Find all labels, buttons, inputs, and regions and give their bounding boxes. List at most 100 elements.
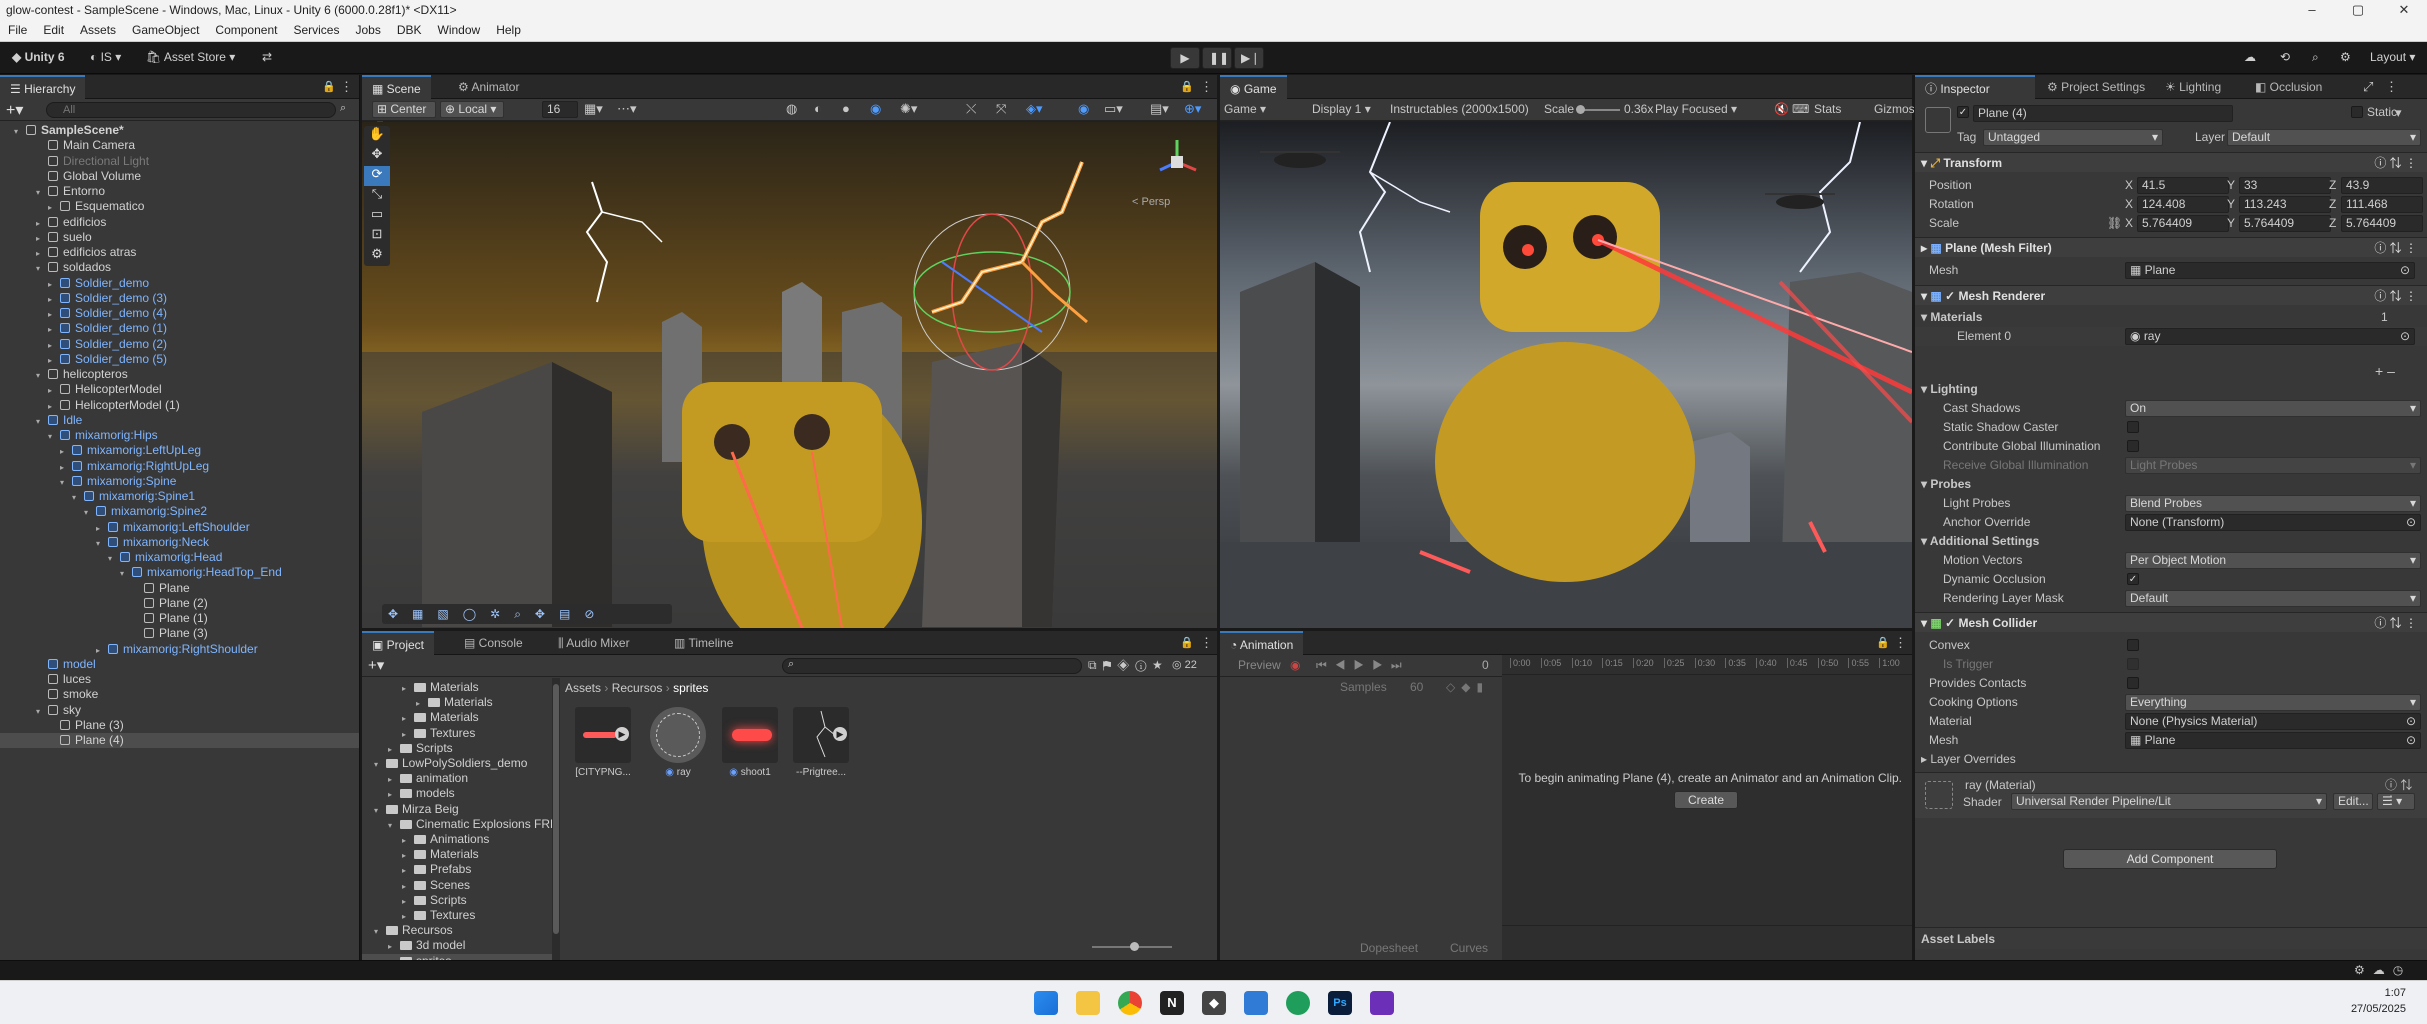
hidden-count-icon[interactable]: ◎ 22 [1172,658,1197,671]
expand-arrow-icon[interactable]: ▸ [60,444,72,459]
menu-dots-icon[interactable]: ⋮ [1200,635,1213,651]
expand-arrow-icon[interactable]: ▸ [402,727,414,742]
hierarchy-item[interactable]: ▸ mixamorig:RightShoulder [0,642,359,657]
lock-icon[interactable]: 🔒 [1180,80,1194,93]
gizmos-icon[interactable]: ⊕▾ [1184,101,1201,117]
rect-tool-icon[interactable]: ▭ [364,206,390,226]
hierarchy-item[interactable]: ▾ sky [0,703,359,718]
project-folder-item[interactable]: ▸ models [362,786,560,801]
playback-controls[interactable]: ⏮◀▶▶⏭ [1316,658,1410,673]
expand-arrow-icon[interactable]: ▸ [48,277,60,292]
move-tool-icon[interactable]: ✥ [364,146,390,166]
menu-dots-icon[interactable]: ⋮ [2385,79,2398,95]
version-control-icon[interactable]: ⇄ [256,47,278,69]
expand-arrow-icon[interactable]: ▸ [48,307,60,322]
convex-checkbox[interactable] [2127,639,2139,651]
provides-contacts-checkbox[interactable] [2127,677,2139,689]
effects-icon[interactable]: ✺▾ [900,101,917,117]
tag-dropdown[interactable]: Untagged ▾ [1983,129,2163,146]
material-header-icons[interactable]: ⓘ ⇅ ⋮ [2385,776,2427,807]
expand-arrow-icon[interactable]: ▸ [48,353,60,368]
tab-project[interactable]: ▣ Project [362,631,435,655]
create-button[interactable]: +▾ [6,100,23,120]
expand-arrow-icon[interactable]: ▾ [108,551,120,566]
hand-tool-icon[interactable]: ✋ [364,126,390,146]
expand-arrow-icon[interactable]: ▸ [388,742,400,757]
layout-dropdown[interactable]: Layout ▾ [2364,47,2421,69]
windows-start-icon[interactable] [1034,991,1058,1015]
project-folder-item[interactable]: ▸ Textures [362,908,560,923]
mesh-renderer-header[interactable]: ▾ ▦ ✓ Mesh Renderer ⓘ ⇅ ⋮ [1915,285,2427,305]
hierarchy-item[interactable]: ▸ mixamorig:RightUpLeg [0,459,359,474]
project-folder-item[interactable]: ▸ Scenes [362,878,560,893]
project-folder-item[interactable]: ▸ Materials [362,680,560,695]
breadcrumb-sprites[interactable]: sprites [673,681,708,695]
hierarchy-item[interactable]: ▾ SampleScene* [0,123,359,138]
menu-dbk[interactable]: DBK [389,20,430,37]
game-mode-dropdown[interactable]: Game ▾ [1224,102,1266,116]
expand-arrow-icon[interactable]: ▾ [36,261,48,276]
status-icons[interactable]: ⚙☁◷ [2354,963,2411,977]
hierarchy-item[interactable]: ▾ mixamorig:Spine1 [0,489,359,504]
static-checkbox[interactable] [2351,106,2363,118]
is-button[interactable]: ◐ IS ▾ [84,47,127,69]
paint-icon[interactable] [1244,991,1268,1015]
asset-prigtree[interactable]: ▶ --Prigtree... [793,707,849,778]
expand-arrow-icon[interactable]: ▸ [96,521,108,536]
frame-field[interactable]: 0 [1482,658,1489,672]
expand-arrow-icon[interactable]: ▾ [84,505,96,520]
asset-shoot1[interactable]: ◉ shoot1 [722,707,778,778]
expand-arrow-icon[interactable]: ▾ [48,429,60,444]
contribute-gi-checkbox[interactable] [2127,440,2139,452]
collider-mesh-field[interactable]: ▦ Plane ⊙ [2125,732,2421,749]
project-filter-icons[interactable]: ⧉⚑◈ⓘ★ [1088,658,1168,673]
hierarchy-item[interactable]: Plane (3) [0,626,359,641]
expand-arrow-icon[interactable]: ▸ [402,833,414,848]
hierarchy-item[interactable]: Plane (1) [0,611,359,626]
expand-arrow-icon[interactable]: ▸ [402,681,414,696]
materials-row[interactable]: ▾ Materials 1 [1915,308,2427,327]
visibility-icon[interactable]: ◉ [1078,101,1089,117]
lighting-toggle-icon[interactable]: ◉ [870,101,881,117]
hierarchy-item[interactable]: ▸ Soldier_demo [0,276,359,291]
search-icon[interactable]: ⌕ [2306,47,2325,69]
maximize-icon[interactable]: ▢ [2335,0,2381,20]
mesh-filter-header[interactable]: ▸ ▦ Plane (Mesh Filter) ⓘ ⇅ ⋮ [1915,237,2427,257]
additional-settings-section[interactable]: ▾ Additional Settings [1915,532,2427,551]
tab-animation[interactable]: ◔ Animation [1220,631,1304,655]
hierarchy-item[interactable]: ▾ mixamorig:Neck [0,535,359,550]
rotation-y-field[interactable]: 113.243 [2239,196,2331,213]
tab-inspector[interactable]: ⓘ Inspector [1915,75,2035,99]
project-folder-item[interactable]: ▸ Animations [362,832,560,847]
hierarchy-item[interactable]: ▸ edificios [0,215,359,230]
expand-arrow-icon[interactable]: ▾ [36,414,48,429]
expand-arrow-icon[interactable]: ▸ [402,894,414,909]
project-search-input[interactable] [782,658,1082,674]
expand-arrow-icon[interactable]: ▾ [72,490,84,505]
settings-icon[interactable]: ⚙ [2334,47,2357,69]
hierarchy-item[interactable]: ▸ suelo [0,230,359,245]
folder-tree-scrollbar[interactable] [552,678,560,960]
asset-labels-section[interactable]: Asset Labels [1915,927,2427,949]
lock-icon[interactable]: 🔒 [1876,636,1890,649]
project-folder-item[interactable]: ▸ Textures [362,726,560,741]
hierarchy-item[interactable]: Directional Light [0,154,359,169]
hierarchy-item[interactable]: ▾ Idle [0,413,359,428]
hierarchy-item[interactable]: ▸ HelicopterModel [0,382,359,397]
hierarchy-item[interactable]: ▸ Soldier_demo (4) [0,306,359,321]
hierarchy-item[interactable]: ▾ helicopteros [0,367,359,382]
project-folder-item[interactable]: ▸ Materials [362,695,560,710]
expand-arrow-icon[interactable]: ▸ [48,292,60,307]
pivot-dropdown[interactable]: ⊞ Center ▾ [372,101,436,131]
scene-viewport[interactable]: ✋ ✥ ⟳ ⤡ ▭ ⊡ ⚙ < Persp ✥▦▧◯✲⌕✥▤⊘ [362,122,1217,628]
tab-project-settings[interactable]: ⚙ Project Settings [2037,75,2155,99]
search-filter-icon[interactable]: ⌕ [340,102,346,115]
transform-tool-icon[interactable]: ⊡ [364,226,390,246]
expand-arrow-icon[interactable]: ▸ [48,383,60,398]
shader-dropdown[interactable]: Universal Render Pipeline/Lit ▾ [2011,793,2327,810]
object-name-field[interactable]: Plane (4) [1973,105,2233,122]
camera-settings-icon[interactable]: ▭▾ [1104,101,1123,117]
mesh-collider-header[interactable]: ▾ ▦ ✓ Mesh Collider ⓘ ⇅ ⋮ [1915,612,2427,632]
hierarchy-item[interactable]: ▸ Soldier_demo (1) [0,321,359,336]
hierarchy-item[interactable]: Plane (3) [0,718,359,733]
